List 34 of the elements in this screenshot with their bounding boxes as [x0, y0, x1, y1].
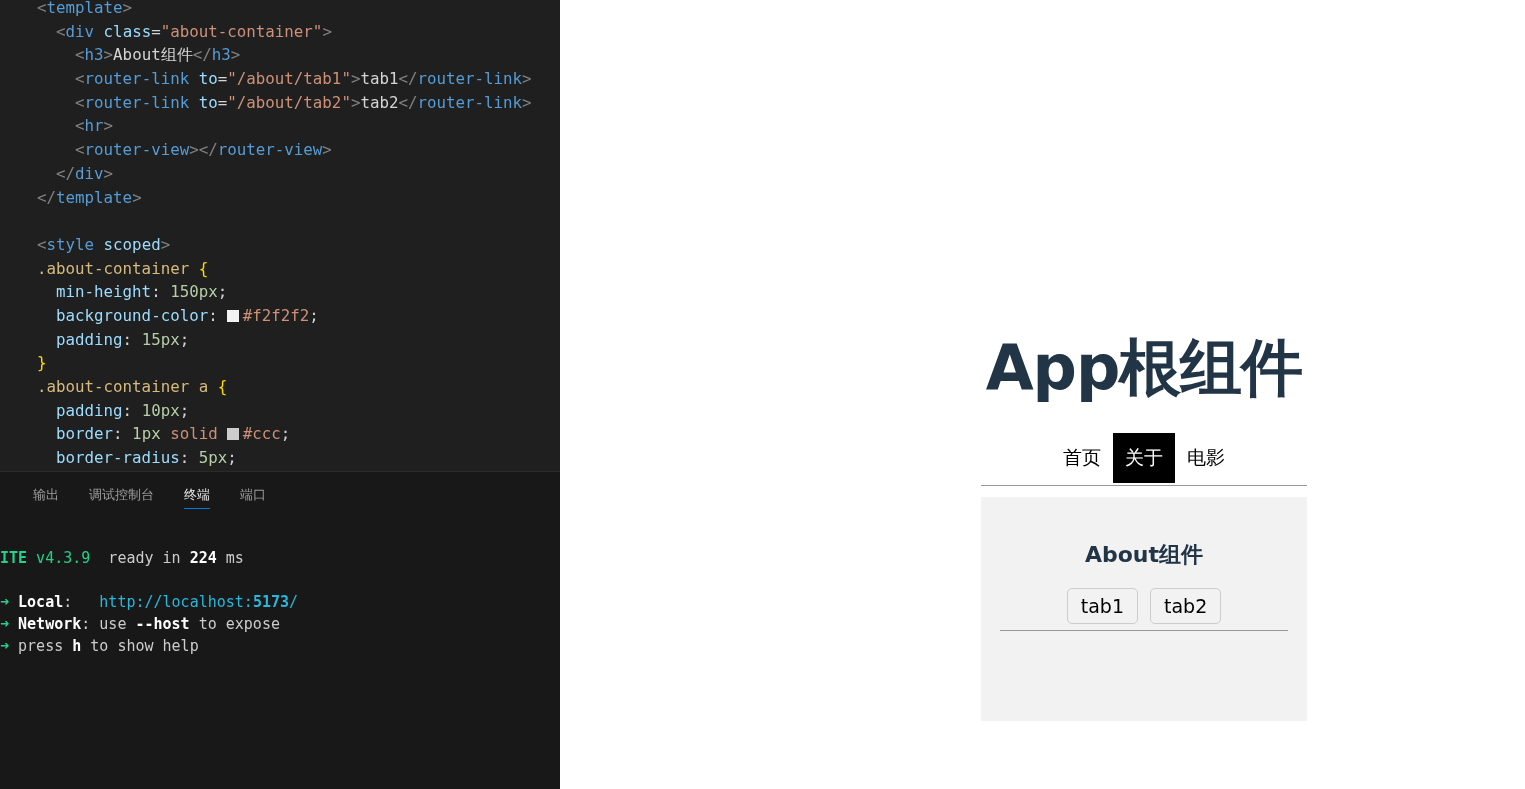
code-line: <h3>About组件</h3>: [74, 45, 241, 65]
terminal-line: ➜ Local: http://localhost:5173/: [0, 593, 299, 611]
code-line: border-radius: 5px;: [55, 448, 237, 468]
code-line: min-height: 150px;: [55, 282, 228, 302]
code-line: .about-container {: [37, 258, 209, 278]
code-line: <router-link to="/about/tab2">tab2</router-link>: [74, 92, 532, 112]
code-line: </template>: [37, 187, 142, 207]
code-line: <div class="about-container">: [55, 21, 332, 41]
code-line: </div>: [55, 163, 114, 183]
code-line: background-color: #f2f2f2;: [55, 305, 319, 325]
code-line: border: 1px solid #ccc;: [55, 424, 291, 444]
panel-tab[interactable]: 输出: [33, 484, 59, 509]
code-line: padding: 15px;: [55, 329, 190, 349]
code-line: padding: 10px;: [55, 400, 190, 420]
code-line: <style scoped>: [37, 234, 171, 254]
about-heading: About组件: [1083, 541, 1205, 569]
terminal-line: ITE v4.3.9 ready in 224 ms: [0, 549, 244, 567]
nav-link[interactable]: 电影: [1175, 433, 1237, 483]
tab-link[interactable]: tab1: [1066, 588, 1138, 624]
code-line: <router-link to="/about/tab1">tab1</router-link>: [74, 69, 532, 89]
code-line: }: [37, 353, 47, 373]
nav-link[interactable]: 关于: [1113, 433, 1175, 483]
nav-link[interactable]: 首页: [1051, 433, 1113, 483]
code-line: .about-container a {: [37, 377, 228, 396]
code-line: <template>: [37, 0, 133, 17]
panel-tab[interactable]: 端口: [240, 484, 266, 509]
terminal-line: ➜ press h to show help: [0, 637, 199, 655]
terminal-line: ➜ Network: use --host to expose: [0, 615, 280, 633]
code-line: <hr>: [74, 116, 114, 136]
tab-link[interactable]: tab2: [1150, 588, 1222, 624]
code-line: <router-view></router-view>: [74, 140, 332, 160]
panel-tab[interactable]: 调试控制台: [89, 484, 154, 509]
panel-tab[interactable]: 终端: [184, 484, 210, 509]
page-title: App根组件: [984, 330, 1304, 406]
